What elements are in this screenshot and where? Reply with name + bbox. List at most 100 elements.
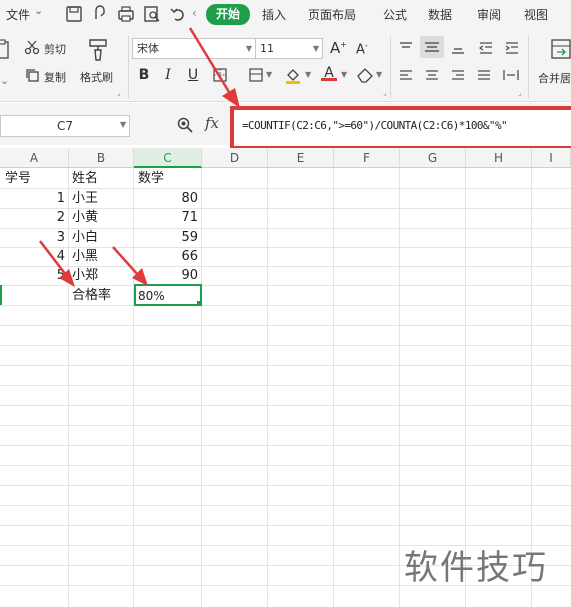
chevron-down-icon[interactable]: ▼ [266,70,272,79]
cell-b2[interactable]: 小王 [72,189,132,209]
justify-icon[interactable] [476,68,492,87]
align-right-icon[interactable] [450,68,466,87]
format-painter-button[interactable]: 格式刷 [80,69,113,85]
function-icon[interactable]: fx [205,114,219,132]
font-color-icon[interactable]: A [321,65,337,81]
cell-a1[interactable]: 学号 [5,169,65,189]
undo-icon[interactable] [168,4,188,24]
cut-button[interactable]: 剪切 [44,41,66,57]
tab-page-layout[interactable]: 页面布局 [308,6,356,23]
cell-b4[interactable]: 小白 [72,228,132,248]
column-header-g[interactable]: G [400,148,466,168]
grid-line [0,405,571,406]
chevron-left-icon[interactable]: ‹ [192,6,197,20]
font-size-combo[interactable]: 11 ▼ [255,38,323,59]
ribbon: ⌄ 剪切 复制 格式刷 ⌟ 宋体 ▼ 11 ▼ A+ A- B I U ▼ ▼ … [0,30,571,102]
print-icon[interactable] [116,4,136,24]
formula-text: =COUNTIF(C2:C6,">=60")/COUNTA(C2:C6)*100… [242,119,508,132]
align-bottom-icon[interactable] [450,40,466,59]
menu-file[interactable]: 文件 [6,6,30,23]
eraser-icon[interactable] [356,67,374,87]
chevron-down-icon[interactable]: ▼ [120,120,126,129]
cell-a3[interactable]: 2 [0,208,69,228]
cell-c1[interactable]: 数学 [138,169,198,189]
format-painter-icon[interactable] [86,36,110,66]
cell-c3[interactable]: 71 [134,208,202,228]
grid-line [333,168,334,607]
decrease-font-icon[interactable]: A- [356,41,368,57]
align-middle-icon[interactable] [420,36,444,58]
grid-line [0,325,571,326]
paste-dropdown-icon[interactable]: ⌄ [0,74,9,87]
copy-button[interactable]: 复制 [44,69,66,85]
grid-line [0,485,571,486]
grid-line [267,168,268,607]
chevron-down-icon[interactable]: ▼ [341,70,347,79]
print-preview-icon[interactable] [142,4,162,24]
cell-b6[interactable]: 小郑 [72,266,132,286]
font-expand-icon[interactable]: ⌟ [383,88,387,97]
tab-review[interactable]: 审阅 [477,6,501,23]
cell-c6[interactable]: 90 [134,266,202,286]
name-box[interactable]: C7 [0,115,130,137]
tab-formulas[interactable]: 公式 [383,6,407,23]
column-header-h[interactable]: H [466,148,532,168]
cell-c2[interactable]: 80 [134,189,202,209]
decrease-indent-icon[interactable] [478,40,494,59]
scissors-icon[interactable] [24,39,40,59]
italic-icon[interactable]: I [158,67,178,83]
copy-icon[interactable] [24,67,40,87]
tab-insert[interactable]: 插入 [262,6,286,23]
cell-a4[interactable]: 3 [0,228,69,248]
grid-line [0,505,571,506]
save-icon[interactable] [64,4,84,24]
distributed-align-icon[interactable] [502,67,520,87]
cell-b5[interactable]: 小黑 [72,247,132,267]
merge-cells-icon[interactable] [550,38,571,64]
column-header-b[interactable]: B [69,148,134,168]
bold-icon[interactable]: B [134,67,154,83]
fill-handle[interactable] [197,301,202,306]
export-pdf-icon[interactable] [90,4,110,24]
font-name-combo[interactable]: 宋体 ▼ [132,38,256,59]
increase-indent-icon[interactable] [504,40,520,59]
zoom-search-icon[interactable] [176,116,194,138]
column-header-c[interactable]: C [134,148,202,168]
border-icon[interactable] [212,67,228,87]
chevron-down-icon[interactable]: ▼ [246,39,252,58]
clipboard-expand-icon[interactable]: ⌟ [117,88,121,97]
align-center-icon[interactable] [424,68,440,87]
cell-c4[interactable]: 59 [134,228,202,248]
underline-icon[interactable]: U [183,67,203,83]
chevron-down-icon[interactable]: ▼ [376,70,382,79]
align-top-icon[interactable] [398,40,414,59]
cell-b3[interactable]: 小黄 [72,208,132,228]
column-header-d[interactable]: D [202,148,268,168]
align-left-icon[interactable] [398,68,414,87]
merge-center-button[interactable]: 合并居 [538,70,571,86]
formula-input[interactable]: =COUNTIF(C2:C6,">=60")/COUNTA(C2:C6)*100… [230,106,571,150]
column-header-a[interactable]: A [0,148,69,168]
column-header-i[interactable]: I [532,148,571,168]
cell-a2[interactable]: 1 [0,189,69,209]
cell-a5[interactable]: 4 [0,247,69,267]
cell-style-icon[interactable] [248,67,264,87]
chevron-down-icon[interactable]: ⌄ [34,4,43,17]
alignment-expand-icon[interactable]: ⌟ [518,88,522,97]
cell-b7[interactable]: 合格率 [72,286,132,306]
fill-color-icon[interactable] [284,66,302,88]
column-header-f[interactable]: F [334,148,400,168]
tab-view[interactable]: 视图 [524,6,548,23]
cell-a6[interactable]: 5 [0,266,69,286]
chevron-down-icon[interactable]: ▼ [305,70,311,79]
paste-icon[interactable] [0,38,10,64]
tab-home[interactable]: 开始 [206,4,250,25]
spreadsheet-grid[interactable]: A B C D E F G H I 学号 姓名 数学 1 小王 80 2 小黄 … [0,148,571,607]
active-row-marker [0,285,2,305]
column-header-e[interactable]: E [268,148,334,168]
cell-b1[interactable]: 姓名 [72,169,132,189]
chevron-down-icon[interactable]: ▼ [313,39,319,58]
increase-font-icon[interactable]: A+ [330,39,347,57]
cell-c5[interactable]: 66 [134,247,202,267]
tab-data[interactable]: 数据 [428,6,452,23]
